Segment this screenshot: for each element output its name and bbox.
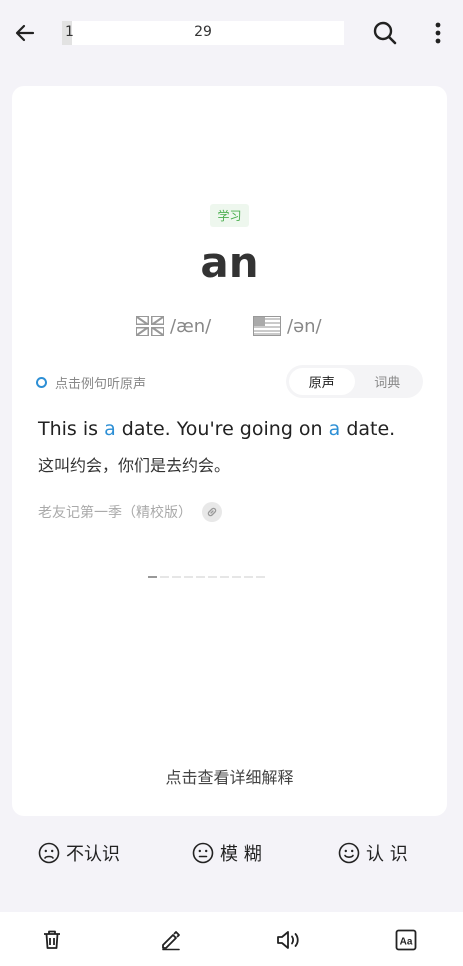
study-progress-bar: 1 29 — [62, 21, 344, 45]
search-button[interactable] — [370, 18, 400, 48]
vague-label: 模 糊 — [220, 844, 262, 865]
sentence-part: This is — [38, 418, 105, 440]
search-icon — [373, 21, 397, 45]
pager-dot — [160, 576, 169, 578]
highlighted-word: a — [328, 418, 341, 440]
pager-dot — [196, 576, 205, 578]
word-card: 学习 an /æn/ /ən/ 点击例句听原声 原声 词典 This is a … — [12, 86, 447, 816]
example-hint[interactable]: 点击例句听原声 — [36, 373, 146, 392]
back-button[interactable] — [10, 18, 40, 48]
sentence-source: 老友记第一季（精校版） — [38, 502, 222, 522]
source-title: 老友记第一季（精校版） — [38, 505, 192, 521]
pager-dot — [244, 576, 253, 578]
sad-face-icon — [38, 842, 60, 864]
us-flag-icon — [253, 316, 281, 336]
link-icon — [207, 507, 217, 517]
neutral-face-icon — [192, 842, 214, 864]
delete-button[interactable] — [38, 926, 66, 954]
example-hint-text: 点击例句听原声 — [55, 377, 147, 392]
arrow-left-icon — [15, 24, 35, 42]
speaker-icon — [277, 931, 299, 949]
tab-original-audio[interactable]: 原声 — [289, 368, 355, 395]
status-tag: 学习 — [210, 204, 249, 227]
uk-flag-icon — [136, 316, 164, 336]
known-button[interactable]: 认 识 — [338, 840, 408, 866]
phonetic-us: /ən/ — [287, 315, 322, 337]
phonetic-us-button[interactable]: /ən/ — [253, 314, 322, 338]
font-size-button[interactable]: Aa — [392, 926, 420, 954]
source-toggle: 原声 词典 — [286, 365, 423, 398]
more-menu-button[interactable] — [425, 18, 451, 48]
trash-icon — [44, 930, 60, 949]
progress-total: 29 — [194, 24, 212, 40]
bottom-toolbar: Aa — [0, 912, 463, 966]
pager-dot — [256, 576, 265, 578]
sentence-translation: 这叫约会，你们是去约会。 — [38, 456, 231, 475]
happy-face-icon — [338, 842, 360, 864]
view-details-button[interactable]: 点击查看详细解释 — [12, 764, 447, 788]
unknown-button[interactable]: 不认识 — [38, 840, 120, 866]
svg-text:Aa: Aa — [400, 937, 413, 948]
pager-dot — [232, 576, 241, 578]
known-label: 认 识 — [366, 844, 408, 865]
pronounce-button[interactable] — [274, 926, 302, 954]
pager-dot — [208, 576, 217, 578]
tab-dictionary[interactable]: 词典 — [355, 368, 421, 395]
edit-button[interactable] — [157, 926, 185, 954]
listen-dot-icon — [36, 377, 47, 388]
edit-icon — [162, 931, 180, 951]
unknown-label: 不认识 — [66, 844, 120, 865]
rating-row: 不认识 模 糊 认 识 — [0, 830, 463, 880]
example-sentence[interactable]: This is a date. You're going on a date. — [38, 416, 433, 442]
example-pager — [148, 576, 265, 578]
phonetic-uk: /æn/ — [170, 315, 212, 337]
font-size-icon: Aa — [395, 929, 417, 951]
vague-button[interactable]: 模 糊 — [192, 840, 262, 866]
word-headline: an — [200, 238, 259, 287]
more-vertical-icon — [435, 22, 441, 44]
top-bar: 1 29 — [0, 0, 463, 66]
pager-dot — [172, 576, 181, 578]
pager-dot — [220, 576, 229, 578]
highlighted-word: a — [104, 418, 116, 440]
pager-dot — [184, 576, 193, 578]
pager-dot — [148, 576, 157, 578]
source-link-button[interactable] — [202, 502, 222, 522]
sentence-part: date. You're going on — [115, 418, 329, 440]
phonetic-uk-button[interactable]: /æn/ — [136, 314, 211, 338]
sentence-part: date. — [340, 418, 396, 440]
